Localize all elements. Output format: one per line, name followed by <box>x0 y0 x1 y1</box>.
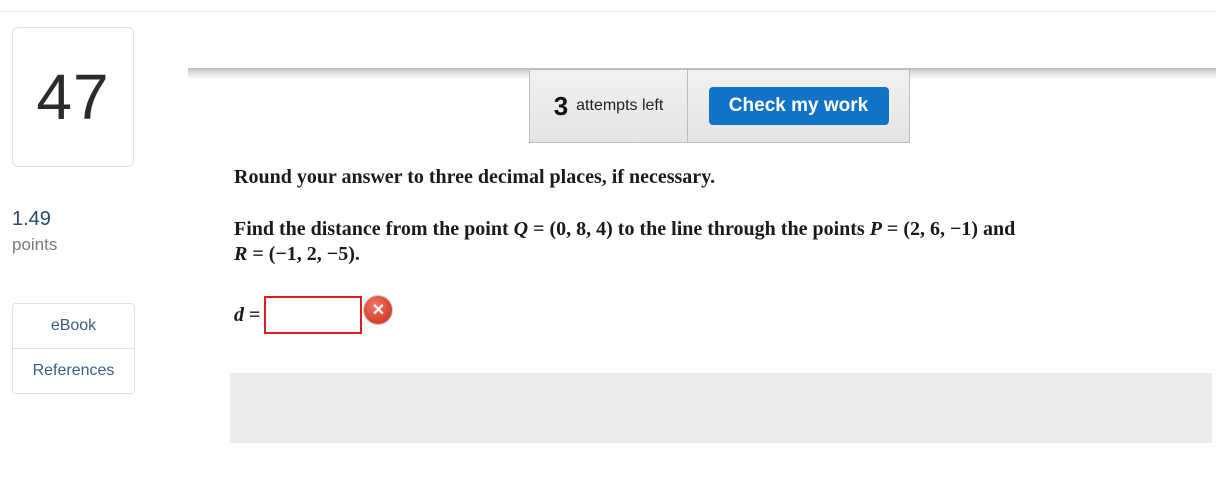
check-my-work-button[interactable]: Check my work <box>708 87 889 125</box>
var-p: P <box>869 218 882 240</box>
question-number-card: 47 <box>12 27 134 167</box>
points-label: points <box>12 235 58 254</box>
check-wrap: Check my work <box>688 70 909 142</box>
attempts-toolbar: 3 attempts left Check my work <box>529 69 910 143</box>
answer-label: d = <box>234 304 260 327</box>
incorrect-x-icon: ✕ <box>364 296 393 324</box>
problem-statement: Find the distance from the point Q = (0,… <box>234 217 1134 267</box>
var-r: R <box>234 243 248 265</box>
answer-var: d <box>234 303 244 326</box>
question-number: 47 <box>36 61 110 133</box>
problem-text-3: = (2, 6, −1) and <box>881 218 1016 240</box>
attempts-count: 3 <box>553 90 569 121</box>
var-q: Q <box>513 218 529 240</box>
answer-eq: = <box>244 303 261 326</box>
resource-links: eBook References <box>12 303 135 394</box>
feedback-panel <box>230 373 1212 443</box>
points-value: 1.49 <box>12 208 51 230</box>
attempts-text: attempts left <box>576 97 664 114</box>
attempts-indicator: 3 attempts left <box>530 70 688 142</box>
instructions: Round your answer to three decimal place… <box>234 166 716 188</box>
references-link[interactable]: References <box>13 348 134 393</box>
answer-row: d = ✕ <box>234 296 393 334</box>
problem-text-4: = (−1, 2, −5). <box>247 243 360 265</box>
answer-input[interactable] <box>264 296 363 334</box>
problem-text-1: Find the distance from the point <box>234 218 514 240</box>
problem-text-2: = (0, 8, 4) to the line through the poin… <box>528 218 870 240</box>
ebook-link[interactable]: eBook <box>13 304 134 348</box>
top-divider <box>0 11 1216 12</box>
